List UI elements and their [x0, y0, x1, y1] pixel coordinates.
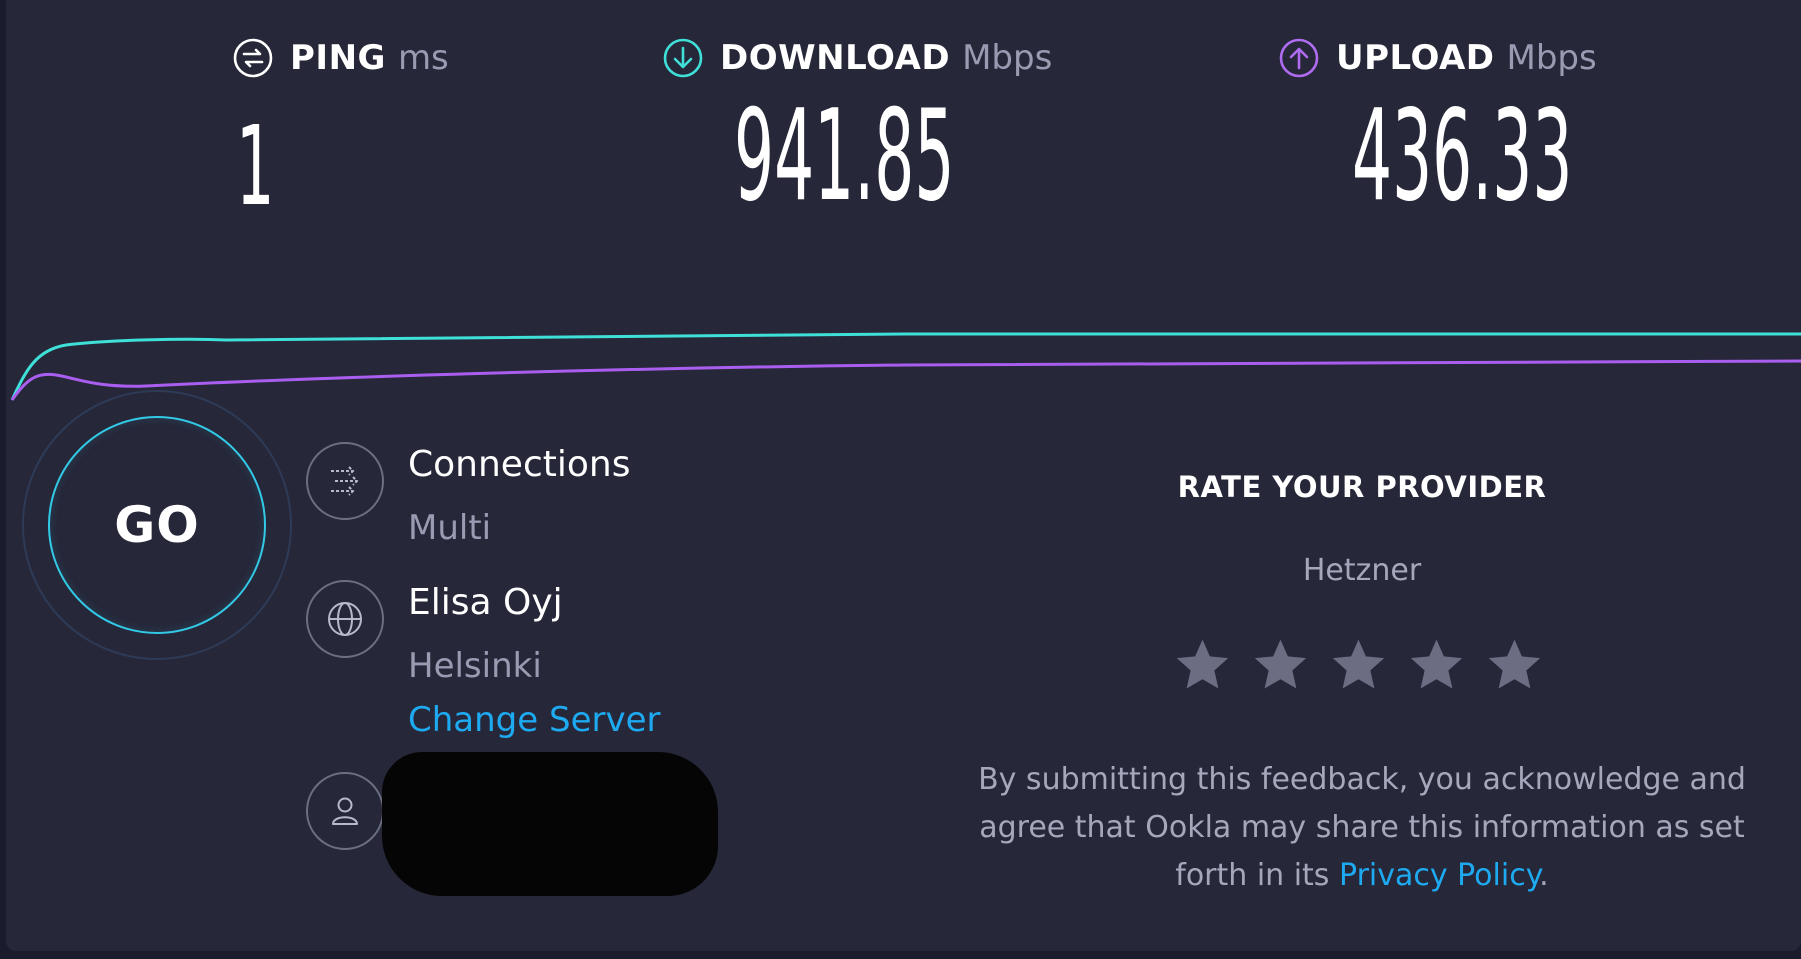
rate-provider-title: RATE YOUR PROVIDER [1177, 470, 1547, 504]
globe-icon [306, 580, 384, 658]
go-button-label: GO [114, 496, 200, 554]
go-button[interactable]: GO [48, 416, 266, 634]
feedback-period: . [1539, 858, 1549, 893]
star-icon-2[interactable] [1252, 636, 1309, 693]
connections-mode: Multi [408, 508, 492, 548]
download-metric: DOWNLOAD Mbps 941.85 [662, 30, 1053, 229]
star-icon-1[interactable] [1174, 636, 1231, 693]
ping-metric: PING ms 1 [232, 30, 449, 230]
download-label: DOWNLOAD [720, 38, 951, 78]
download-unit: Mbps [962, 38, 1053, 78]
upload-metric: UPLOAD Mbps 436.33 [1278, 30, 1597, 229]
connections-title: Connections [408, 444, 631, 485]
speed-graph [10, 331, 1801, 401]
upload-label: UPLOAD [1336, 38, 1495, 78]
connections-value[interactable]: Multi [408, 508, 491, 548]
star-icon-4[interactable] [1408, 636, 1465, 693]
user-icon [306, 772, 384, 850]
upload-arrow-icon [1279, 38, 1319, 78]
change-server-link[interactable]: Change Server [408, 700, 660, 740]
provider-name: Hetzner [1302, 553, 1422, 588]
download-value: 941.85 [734, 82, 955, 229]
star-icon-5[interactable] [1486, 636, 1543, 693]
star-rating [1174, 636, 1543, 693]
feedback-disclaimer: By submitting this feedback, you acknowl… [954, 756, 1770, 900]
server-name: Elisa Oyj [408, 582, 563, 623]
ping-label: PING [290, 38, 386, 78]
speedtest-panel: PING ms 1 DOWNLOAD Mbps 941.85 UPLOAD Mb… [6, 0, 1801, 951]
redacted-provider-info [382, 752, 718, 896]
connections-icon [306, 442, 384, 520]
server-location: Helsinki [408, 646, 542, 686]
download-arrow-icon [663, 38, 703, 78]
download-speed-line [10, 331, 1801, 401]
upload-value: 436.33 [1352, 82, 1573, 229]
star-icon-3[interactable] [1330, 636, 1387, 693]
ping-icon [233, 38, 273, 78]
upload-unit: Mbps [1506, 38, 1597, 78]
ping-value: 1 [236, 102, 275, 230]
upload-speed-line [10, 359, 1801, 401]
ping-unit: ms [397, 38, 449, 78]
privacy-policy-link[interactable]: Privacy Policy [1339, 858, 1539, 893]
